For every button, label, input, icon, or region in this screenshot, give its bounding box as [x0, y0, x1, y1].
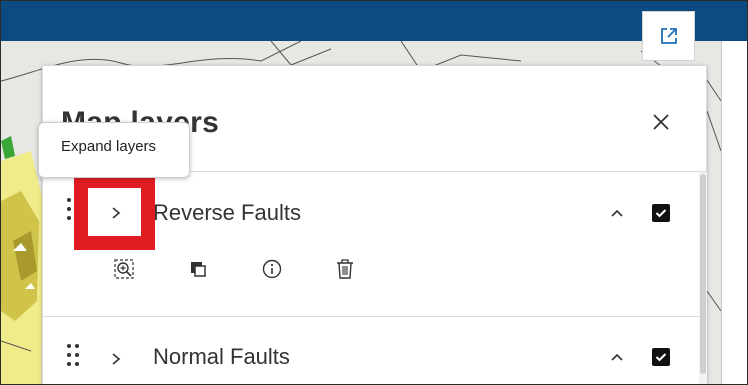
- copy-button[interactable]: [185, 256, 211, 282]
- layer-title: Normal Faults: [153, 344, 290, 369]
- chevron-right-icon: [112, 353, 121, 365]
- side-strip: [721, 41, 747, 384]
- expand-layers-button[interactable]: [103, 200, 129, 226]
- close-icon: [653, 114, 669, 130]
- delete-button[interactable]: [332, 256, 358, 282]
- expand-layers-button[interactable]: [103, 346, 129, 372]
- info-icon: [262, 259, 282, 279]
- zoom-to-icon: [114, 259, 134, 279]
- layer-item[interactable]: Normal Faults: [43, 322, 693, 384]
- chevron-right-icon: [112, 207, 121, 219]
- layer-visibility-checkbox[interactable]: [652, 204, 670, 222]
- layer-visibility-checkbox[interactable]: [652, 348, 670, 366]
- top-bar: [1, 1, 747, 41]
- scrollbar-thumb[interactable]: [700, 174, 706, 374]
- drag-handle-icon[interactable]: [65, 344, 85, 372]
- copy-icon: [191, 262, 206, 277]
- layer-item[interactable]: Reverse Faults: [43, 176, 693, 246]
- open-external-button[interactable]: [642, 11, 695, 61]
- drag-handle-icon[interactable]: [65, 198, 85, 226]
- checkmark-icon: [655, 209, 667, 218]
- collapse-actions-button[interactable]: [606, 346, 628, 368]
- collapse-actions-button[interactable]: [606, 202, 628, 224]
- external-link-icon: [660, 28, 677, 44]
- layer-divider: [43, 316, 708, 317]
- chevron-up-icon: [611, 209, 623, 217]
- checkmark-icon: [655, 353, 667, 362]
- app-window: Map layers Reverse Faults: [0, 0, 748, 385]
- tooltip: Expand layers: [38, 122, 190, 178]
- close-button[interactable]: [649, 110, 673, 134]
- chevron-up-icon: [611, 353, 623, 361]
- map-layers-panel: Map layers Reverse Faults: [42, 65, 708, 384]
- layer-title: Reverse Faults: [153, 200, 301, 225]
- layer-actions: [43, 252, 693, 292]
- trash-icon: [337, 259, 353, 279]
- info-button[interactable]: [259, 256, 285, 282]
- zoom-to-button[interactable]: [111, 256, 137, 282]
- panel-scrollbar[interactable]: [699, 172, 707, 384]
